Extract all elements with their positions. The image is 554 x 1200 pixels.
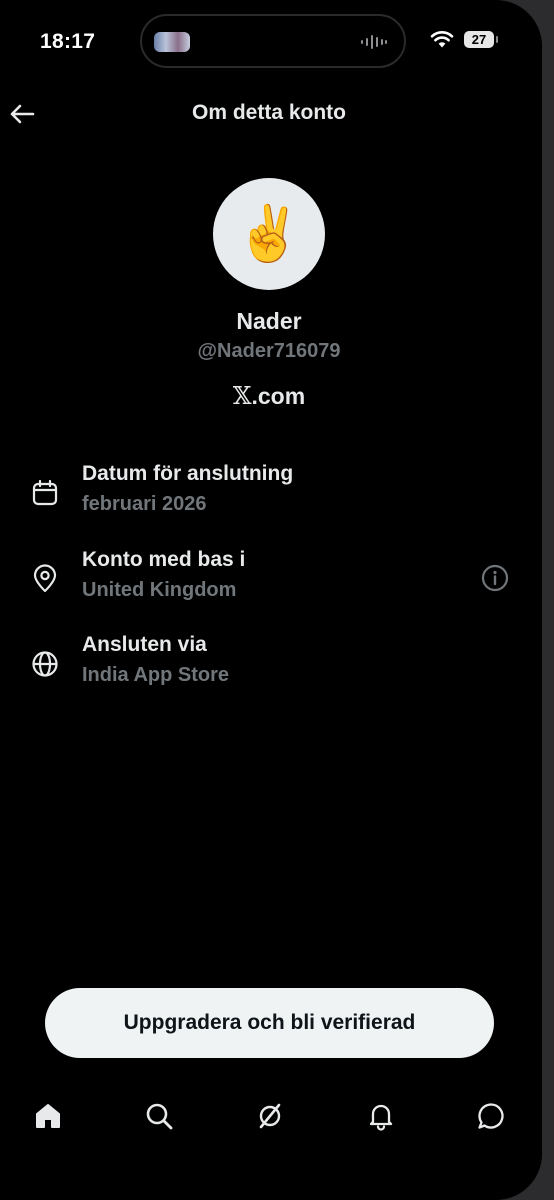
avatar[interactable]: ✌️ (213, 178, 325, 290)
info-icon[interactable] (480, 563, 510, 593)
display-name: Nader (236, 308, 302, 334)
info-row-join-date: Datum för anslutning februari 2026 (0, 462, 538, 526)
x-logo-glyph: 𝕏 (232, 382, 252, 410)
info-value: United Kingdom (82, 579, 237, 601)
site-suffix: .com (251, 383, 306, 409)
grok-icon (259, 1103, 281, 1129)
wifi-icon (430, 31, 454, 48)
tab-grok[interactable] (250, 1096, 290, 1136)
tab-search[interactable] (139, 1096, 179, 1136)
dynamic-island[interactable] (140, 14, 406, 68)
app-screen: 18:17 27 Om detta konto ✌️ Nader @Nader7… (0, 0, 542, 1200)
info-value: India App Store (82, 664, 230, 686)
tab-notifications[interactable] (361, 1096, 401, 1136)
island-thumbnail (154, 32, 190, 52)
tab-messages[interactable] (471, 1096, 511, 1136)
info-value: februari 2026 (82, 493, 207, 515)
info-row-account-based-in: Konto med bas i United Kingdom (0, 548, 538, 612)
messages-icon (478, 1103, 504, 1129)
info-row-connected-via: Ansluten via India App Store (0, 633, 538, 697)
page-title: Om detta konto (191, 101, 346, 124)
info-label: Datum för anslutning (82, 462, 294, 485)
bottom-tab-bar (0, 1096, 538, 1136)
info-label: Konto med bas i (82, 548, 246, 571)
search-icon (146, 1103, 173, 1130)
globe-icon (32, 651, 58, 677)
notifications-bell-icon (369, 1104, 393, 1131)
location-pin-icon (33, 564, 57, 593)
status-icons: 27 (430, 30, 498, 48)
info-label: Ansluten via (82, 633, 207, 656)
home-icon (36, 1104, 60, 1128)
upgrade-verify-button[interactable]: Uppgradera och bli verifierad (45, 988, 494, 1058)
username-handle: @Nader716079 (197, 340, 341, 362)
battery-icon: 27 (464, 30, 498, 48)
audio-wave-icon (361, 35, 387, 49)
victory-hand-emoji: ✌️ (235, 204, 303, 264)
tab-home[interactable] (28, 1096, 68, 1136)
calendar-icon (32, 479, 58, 506)
status-time: 18:17 (40, 30, 96, 53)
site-label: 𝕏.com (0, 382, 538, 410)
